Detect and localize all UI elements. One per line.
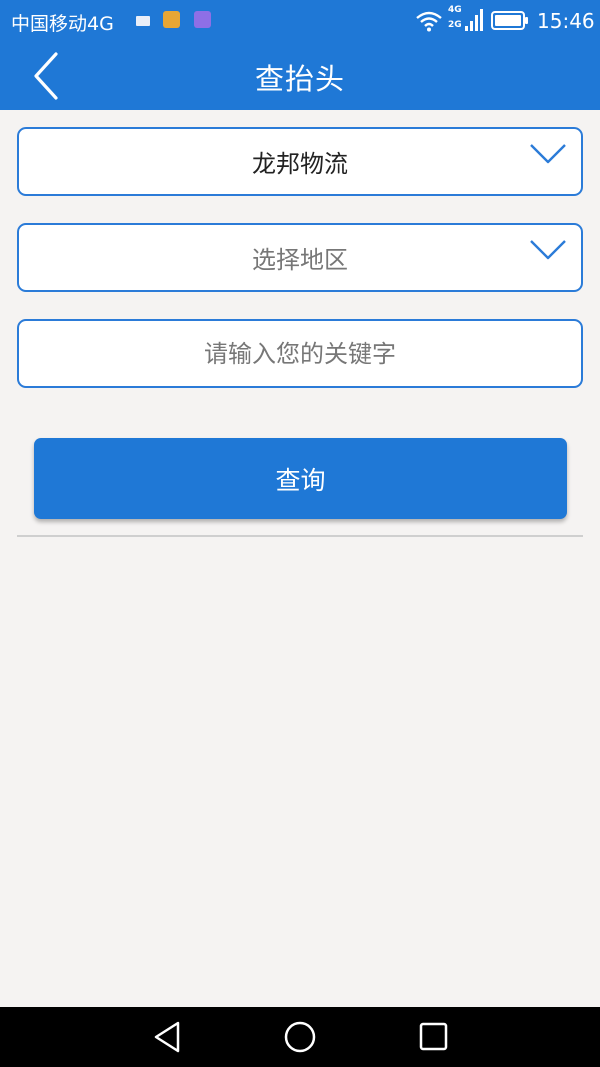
divider — [17, 535, 583, 537]
battery-icon — [491, 11, 528, 30]
page-title: 查抬头 — [254, 62, 345, 96]
notification-app-icon — [163, 11, 180, 28]
network-type-top: 4G — [448, 5, 462, 15]
recents-square-icon[interactable] — [413, 1019, 453, 1055]
home-circle-icon[interactable] — [280, 1019, 320, 1055]
query-button[interactable]: 查询 — [34, 438, 567, 519]
app-bar: 查抬头 — [0, 42, 600, 110]
keyword-input[interactable] — [19, 321, 581, 386]
region-select[interactable]: 选择地区 — [17, 223, 583, 292]
gallery-app-icon — [194, 11, 211, 28]
sim-card-icon — [136, 16, 150, 26]
carrier-label: 中国移动4G — [11, 13, 114, 35]
status-bar: 中国移动4G 4G 2G 15:46 — [0, 0, 600, 42]
system-nav-bar — [0, 1007, 600, 1067]
chevron-down-icon — [530, 144, 566, 164]
chevron-down-icon — [530, 240, 566, 260]
network-type-bottom: 2G — [448, 20, 462, 30]
signal-icon — [465, 9, 483, 31]
wifi-icon — [416, 11, 442, 32]
keyword-field — [17, 319, 583, 388]
region-select-placeholder: 选择地区 — [252, 246, 348, 274]
company-select[interactable]: 龙邦物流 — [17, 127, 583, 196]
clock: 15:46 — [537, 9, 595, 33]
company-select-value: 龙邦物流 — [252, 150, 348, 178]
back-triangle-icon[interactable] — [148, 1019, 188, 1055]
